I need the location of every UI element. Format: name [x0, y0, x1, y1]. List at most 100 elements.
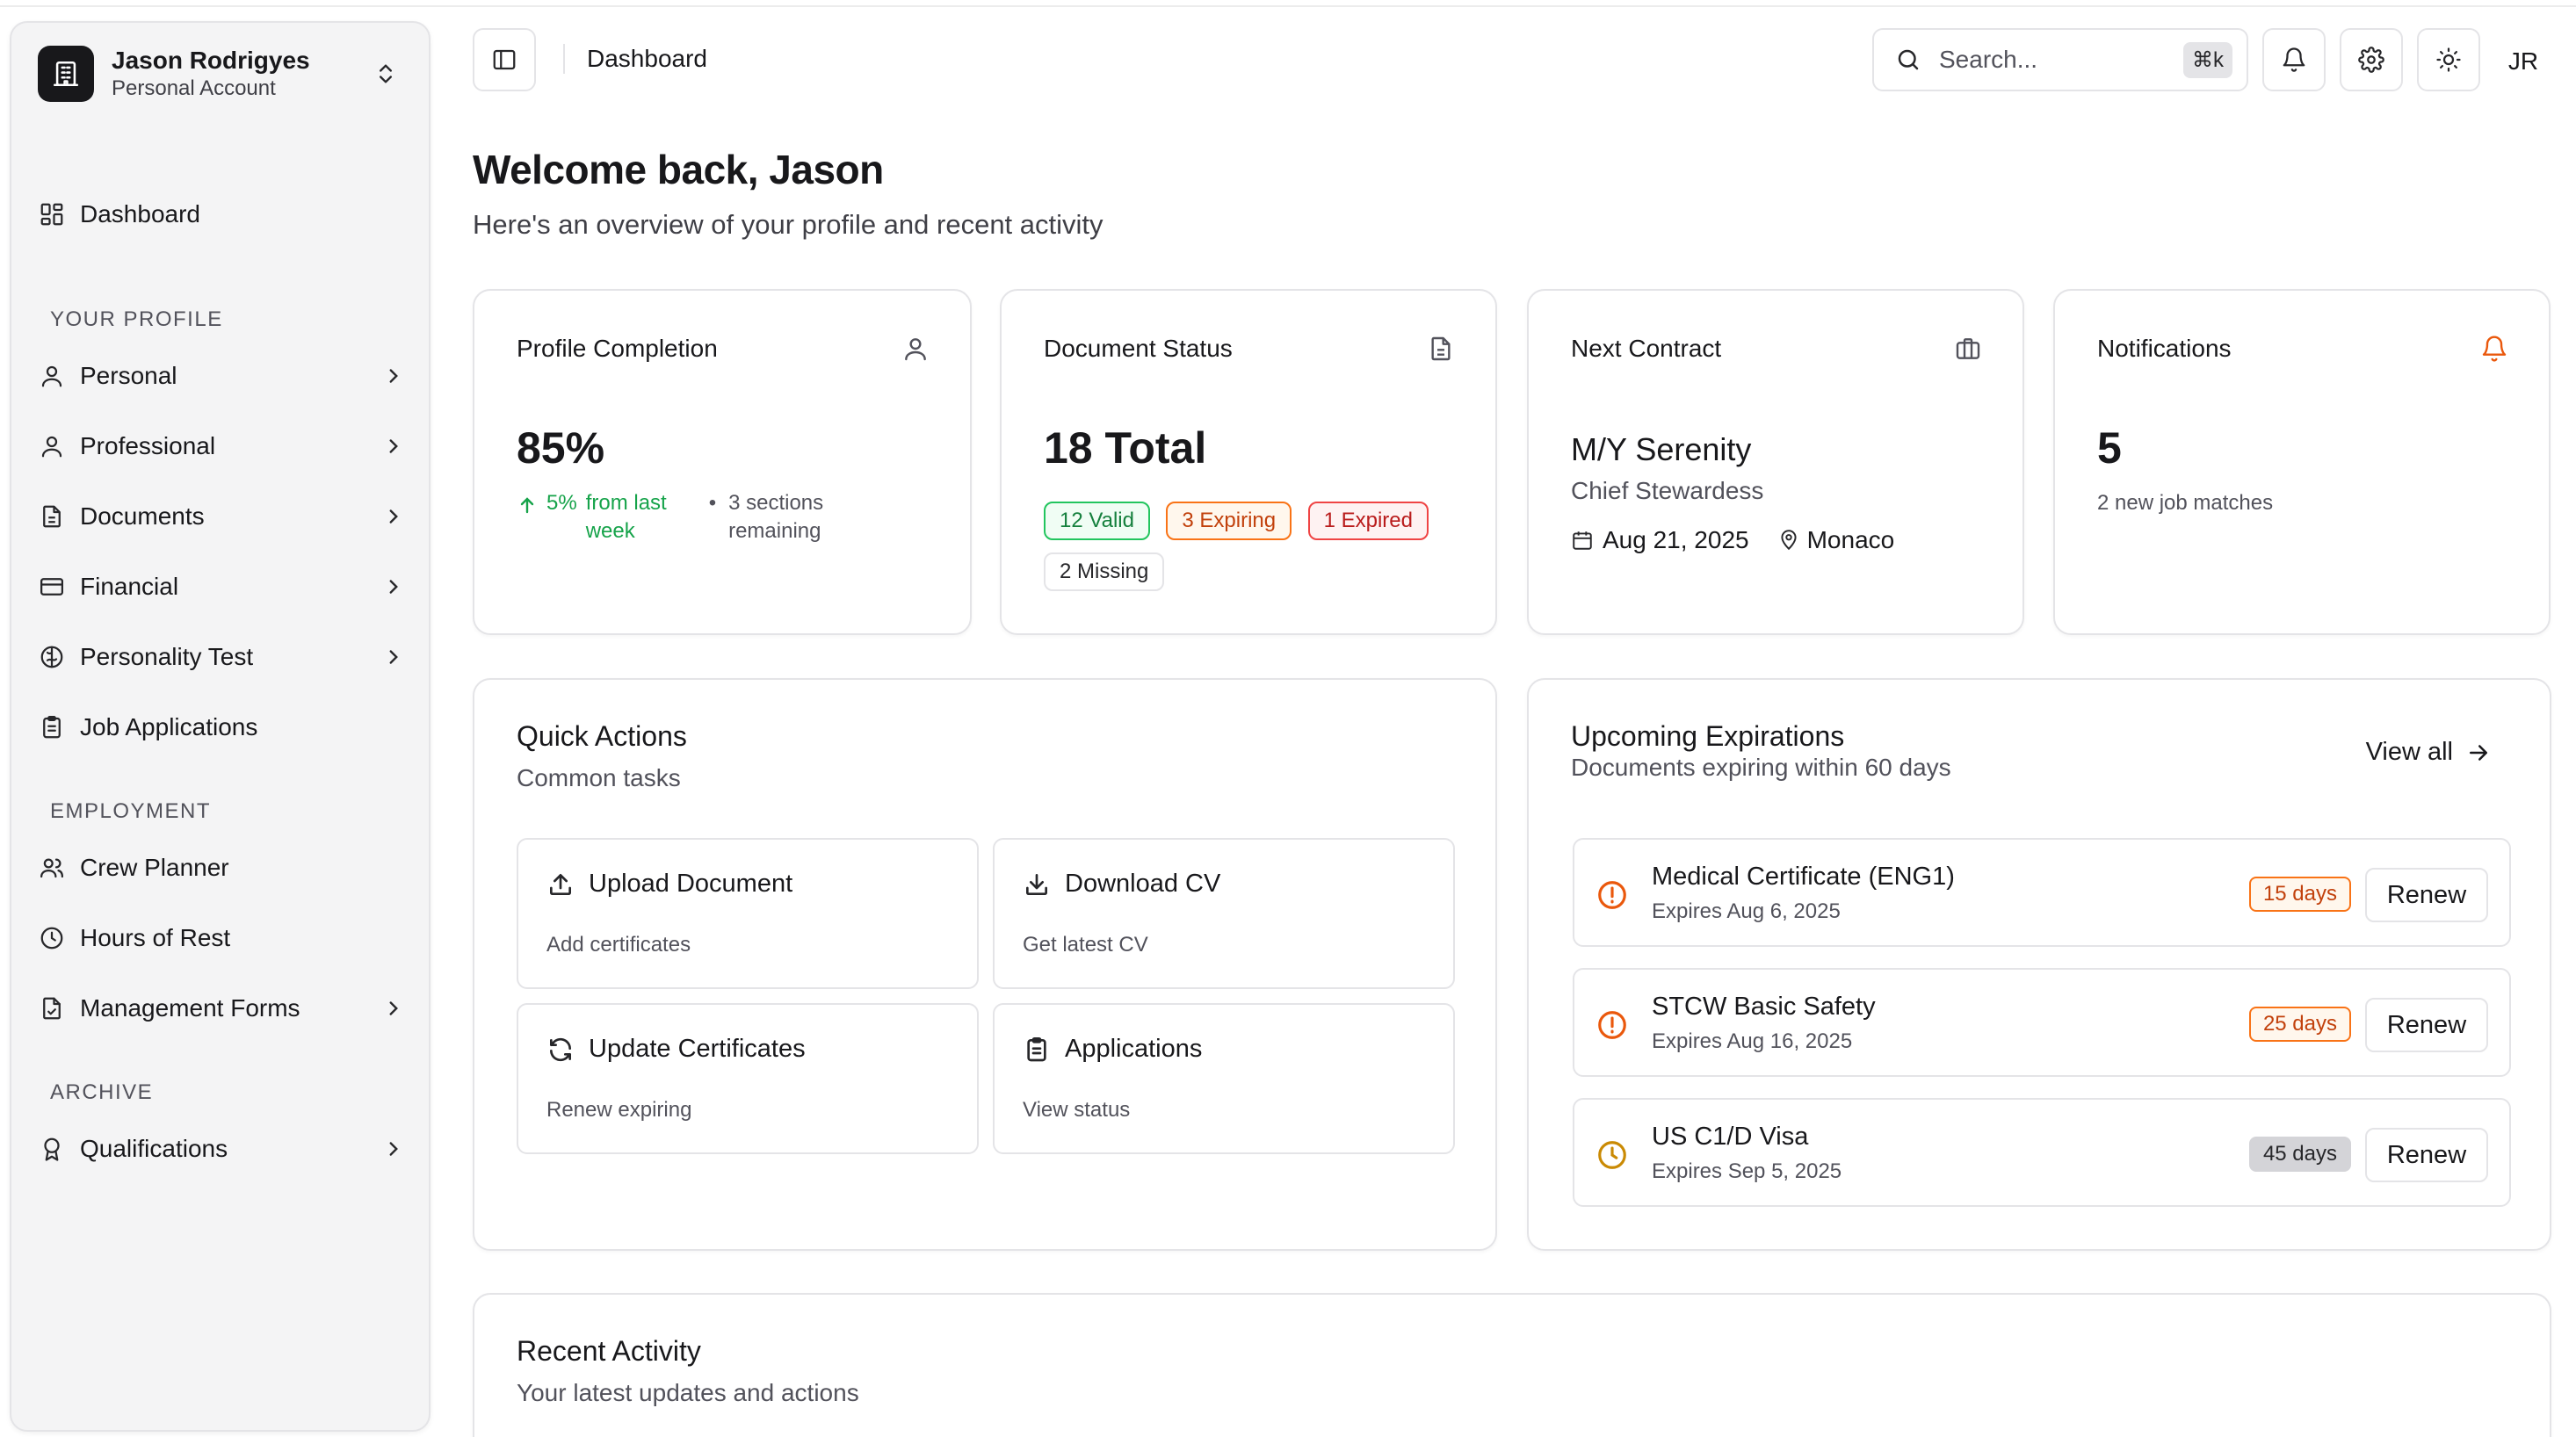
notifications-button[interactable]: [2262, 28, 2326, 91]
expiry-date: Expires Aug 6, 2025: [1652, 899, 1841, 923]
chevron-right-icon: [389, 439, 398, 453]
breadcrumb[interactable]: Dashboard: [587, 44, 707, 74]
user-icon: [38, 432, 66, 460]
renew-button[interactable]: Renew: [2365, 868, 2488, 922]
sidebar-toggle-button[interactable]: [473, 28, 536, 91]
sidebar-item-professional[interactable]: Professional: [38, 420, 416, 473]
notifications-card: Notifications 5 2 new job matches: [2053, 289, 2551, 635]
renew-button[interactable]: Renew: [2365, 1128, 2488, 1182]
account-subtitle: Personal Account: [112, 76, 276, 100]
contract-location: Monaco: [1806, 526, 1895, 553]
sidebar-item-personality-test[interactable]: Personality Test: [38, 631, 416, 683]
card-title: Profile Completion: [517, 335, 718, 362]
calendar-icon: [1573, 531, 1592, 550]
missing-badge: 2 Missing: [1044, 552, 1165, 591]
contract-meta: Aug 21, 2025 Monaco: [1571, 526, 1894, 554]
expiration-row: Medical Certificate (ENG1) Expires Aug 6…: [1573, 838, 2511, 947]
alert-circle-icon: [1598, 881, 1626, 909]
tile-subtitle: Add certificates: [546, 933, 691, 957]
section-label-archive: Archive: [50, 1080, 154, 1104]
chevron-right-icon: [389, 1001, 398, 1015]
card-title: Next Contract: [1571, 335, 1722, 362]
sidebar-item-financial[interactable]: Financial: [38, 560, 416, 613]
renew-button[interactable]: Renew: [2365, 998, 2488, 1052]
sidebar-item-label: Crew Planner: [80, 854, 229, 881]
sidebar-item-dashboard[interactable]: Dashboard: [38, 188, 416, 241]
upload-document-tile[interactable]: Upload Document Add certificates: [517, 838, 979, 989]
sidebar-item-label: Financial: [80, 573, 179, 600]
chevrons-up-down-icon: [380, 64, 392, 83]
vessel-name: M/Y Serenity: [1571, 431, 1752, 467]
card-title: Quick Actions: [517, 720, 687, 752]
download-icon: [1026, 873, 1047, 895]
search-input[interactable]: [1939, 46, 2159, 74]
header-divider: [563, 44, 565, 74]
sidebar: Jason Rodrigyes Personal Account Dashboa…: [10, 21, 431, 1432]
document-status-card: Document Status 18 Total 12 Valid 3 Expi…: [1000, 289, 1497, 635]
chevron-right-icon: [389, 369, 398, 383]
clipboard-icon: [1027, 1036, 1046, 1061]
alert-circle-icon: [1598, 1011, 1626, 1039]
document-total-value: 18 Total: [1044, 423, 1207, 473]
chevron-right-icon: [389, 580, 398, 594]
top-border: [0, 0, 2576, 7]
map-pin-icon: [1781, 530, 1797, 551]
applications-tile[interactable]: Applications View status: [993, 1003, 1455, 1154]
settings-button[interactable]: [2340, 28, 2403, 91]
download-cv-tile[interactable]: Download CV Get latest CV: [993, 838, 1455, 989]
expiry-date: Expires Sep 5, 2025: [1652, 1159, 1842, 1183]
file-check-icon: [38, 994, 66, 1022]
briefcase-icon: [1956, 338, 1980, 359]
dashboard-icon: [38, 200, 66, 228]
upload-icon: [550, 873, 571, 895]
sidebar-item-label: Personal: [80, 362, 177, 389]
chevron-right-icon: [389, 1142, 398, 1156]
sidebar-item-personal[interactable]: Personal: [38, 350, 416, 402]
tile-title: Applications: [1065, 1035, 1203, 1063]
profile-completion-value: 85%: [517, 423, 605, 473]
sidebar-item-hours-of-rest[interactable]: Hours of Rest: [38, 912, 416, 964]
building-icon: [38, 46, 94, 102]
theme-toggle-button[interactable]: [2417, 28, 2480, 91]
next-contract-card: Next Contract M/Y Serenity Chief Steward…: [1527, 289, 2024, 635]
sidebar-item-documents[interactable]: Documents: [38, 490, 416, 543]
card-subtitle: Common tasks: [517, 764, 681, 791]
card-subtitle: Documents expiring within 60 days: [1571, 754, 1951, 781]
account-switcher[interactable]: Jason Rodrigyes Personal Account: [38, 42, 407, 105]
sidebar-item-qualifications[interactable]: Qualifications: [38, 1123, 416, 1175]
card-title: Document Status: [1044, 335, 1233, 362]
contract-role: Chief Stewardess: [1571, 477, 1764, 504]
sidebar-item-job-applications[interactable]: Job Applications: [38, 701, 416, 754]
sidebar-item-label: Dashboard: [80, 200, 200, 227]
file-text-icon: [1431, 336, 1451, 361]
document-name: Medical Certificate (ENG1): [1652, 863, 1955, 891]
sidebar-item-management-forms[interactable]: Management Forms: [38, 982, 416, 1035]
chevron-right-icon: [389, 650, 398, 664]
profile-completion-card: Profile Completion 85% 5% from last week…: [473, 289, 972, 635]
expired-badge: 1 Expired: [1307, 502, 1429, 540]
sidebar-item-crew-planner[interactable]: Crew Planner: [38, 841, 416, 894]
tile-subtitle: Get latest CV: [1023, 933, 1148, 957]
chevron-right-icon: [389, 509, 398, 524]
section-label-profile: Your Profile: [50, 307, 223, 331]
sections-remaining: 3 sections remaining: [728, 491, 824, 543]
card-title: Recent Activity: [517, 1335, 701, 1367]
clock-icon: [38, 924, 66, 952]
refresh-icon: [550, 1037, 571, 1061]
award-icon: [38, 1135, 66, 1163]
update-certificates-tile[interactable]: Update Certificates Renew expiring: [517, 1003, 979, 1154]
document-name: STCW Basic Safety: [1652, 993, 1876, 1021]
avatar[interactable]: JR: [2493, 32, 2553, 91]
sidebar-item-label: Documents: [80, 502, 205, 530]
sidebar-item-label: Hours of Rest: [80, 924, 231, 951]
search-box[interactable]: ⌘k: [1872, 28, 2248, 91]
page-subtitle: Here's an overview of your profile and r…: [473, 209, 1103, 240]
view-all-link[interactable]: View all: [2366, 738, 2492, 767]
expiration-row: STCW Basic Safety Expires Aug 16, 2025 2…: [1573, 968, 2511, 1077]
notifications-subtitle: 2 new job matches: [2097, 491, 2274, 515]
sidebar-item-label: Personality Test: [80, 643, 254, 670]
expiration-row: US C1/D Visa Expires Sep 5, 2025 45 days…: [1573, 1098, 2511, 1207]
card-title: Upcoming Expirations: [1571, 720, 1845, 752]
arrow-up-icon: [520, 497, 534, 514]
trend-value: 5%: [546, 491, 577, 515]
